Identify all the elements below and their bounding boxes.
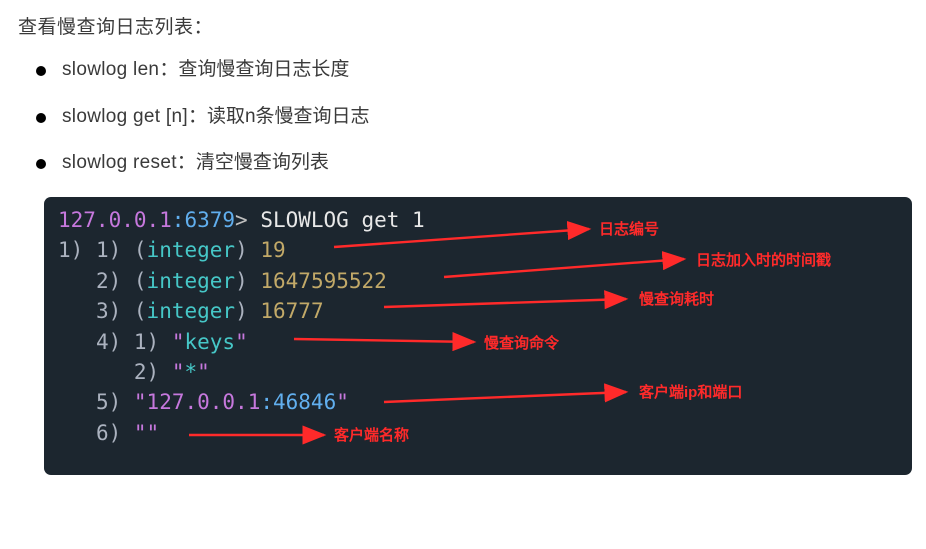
result-line-3: 3) (integer) 16777 — [58, 296, 912, 326]
prompt-port: :6379 — [172, 208, 235, 232]
section-heading: 查看慢查询日志列表： — [18, 12, 908, 39]
list-item: slowlog reset：清空慢查询列表 — [36, 150, 908, 177]
annotation-client-ip: 客户端ip和端口 — [639, 382, 742, 404]
list-item: slowlog len：查询慢查询日志长度 — [36, 57, 908, 84]
command-desc: 查询慢查询日志长度 — [178, 59, 349, 80]
separator: ： — [159, 59, 178, 80]
terminal-prompt-line: 127.0.0.1:6379> SLOWLOG get 1 — [58, 205, 912, 235]
result-line-4-2: 2) "*" — [58, 357, 912, 387]
annotation-timestamp: 日志加入时的时间戳 — [696, 250, 831, 272]
command-desc: 读取n条慢查询日志 — [207, 106, 370, 127]
annotation-command: 慢查询命令 — [484, 333, 559, 355]
prompt-host: 127.0.0.1 — [58, 208, 172, 232]
command-name: slowlog reset — [62, 152, 177, 173]
annotation-duration: 慢查询耗时 — [639, 289, 714, 311]
command-desc: 清空慢查询列表 — [196, 152, 329, 173]
typed-command: SLOWLOG get 1 — [260, 208, 424, 232]
command-list: slowlog len：查询慢查询日志长度 slowlog get [n]：读取… — [18, 57, 908, 177]
prompt-gt: > — [235, 208, 260, 232]
result-line-6: 6) "" — [58, 418, 912, 448]
command-name: slowlog get [n] — [62, 106, 188, 127]
command-name: slowlog len — [62, 59, 159, 80]
result-line-5: 5) "127.0.0.1:46846" — [58, 387, 912, 417]
separator: ： — [188, 106, 207, 127]
annotation-log-id: 日志编号 — [599, 219, 659, 241]
annotation-client-name: 客户端名称 — [334, 425, 409, 447]
terminal-output: 127.0.0.1:6379> SLOWLOG get 1 1) 1) (int… — [44, 197, 912, 475]
list-item: slowlog get [n]：读取n条慢查询日志 — [36, 104, 908, 131]
separator: ： — [177, 152, 196, 173]
